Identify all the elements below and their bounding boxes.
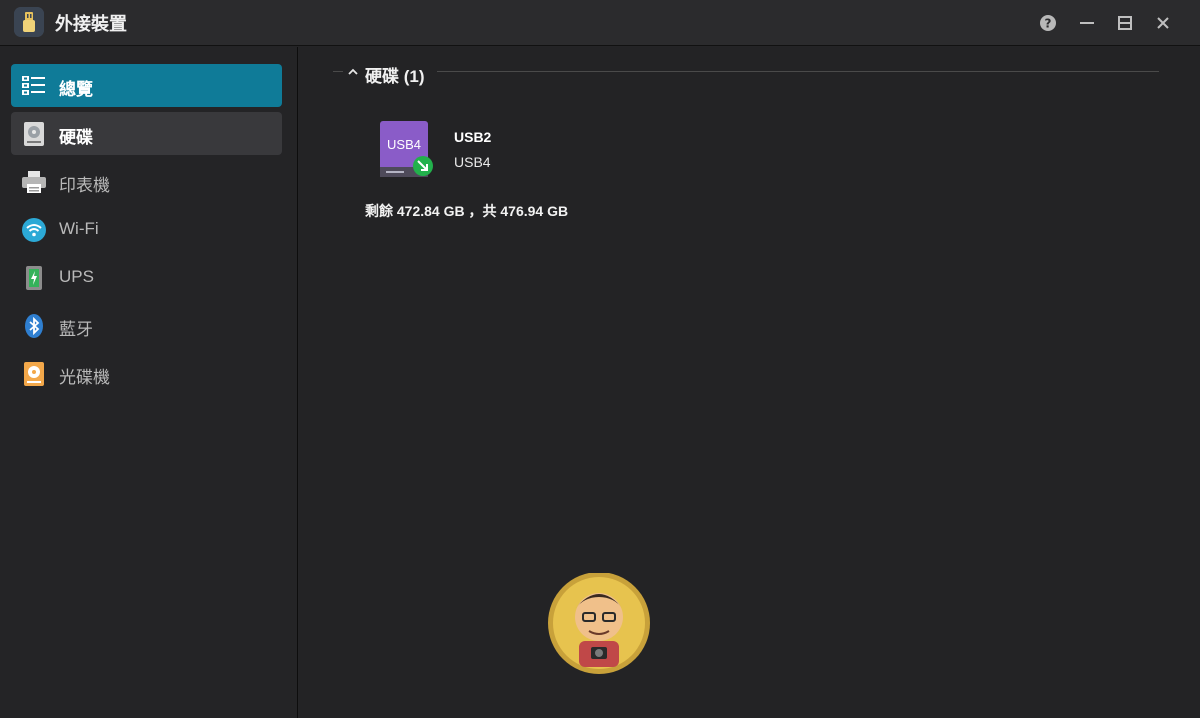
ups-battery-icon (21, 265, 47, 291)
bluetooth-icon (21, 313, 47, 339)
sidebar-item-overview[interactable]: 總覽 (11, 64, 282, 107)
main-content: 硬碟 (1) USB4 USB2 USB4 剩餘 472.84 GB ，共 47… (299, 47, 1200, 718)
sidebar-item-label: 光碟機 (59, 368, 110, 387)
sidebar-item-wifi[interactable]: Wi-Fi (11, 208, 282, 251)
section-divider (437, 71, 1159, 72)
sidebar-item-label: 硬碟 (59, 128, 93, 147)
minimize-icon[interactable] (1076, 12, 1098, 34)
window-title: 外接裝置 (55, 14, 127, 34)
drive-badge: USB4 (387, 137, 421, 152)
drive-type: USB4 (454, 154, 491, 170)
sidebar-item-bluetooth[interactable]: 藍牙 (11, 304, 282, 347)
sidebar-item-optical-drive[interactable]: 光碟機 (11, 352, 282, 395)
hard-disk-icon (21, 121, 47, 147)
sidebar-item-ups[interactable]: UPS (11, 256, 282, 299)
sidebar-item-hard-disk[interactable]: 硬碟 (11, 112, 282, 155)
help-icon[interactable]: ? (1037, 12, 1059, 34)
printer-icon (21, 169, 47, 195)
drive-capacity: 剩餘 472.84 GB ，共 476.94 GB (365, 203, 569, 219)
usb-device-app-icon (14, 7, 44, 37)
sidebar-item-label: 印表機 (59, 176, 110, 195)
sidebar-item-label: 總覽 (59, 80, 93, 99)
usb-drive-icon[interactable]: USB4 (377, 119, 437, 183)
sidebar-item-label: UPS (59, 267, 94, 286)
sidebar-item-label: 藍牙 (59, 320, 93, 339)
sidebar: 總覽 硬碟 印表機 Wi-Fi UPS 藍牙 光碟機 (0, 47, 298, 718)
sidebar-item-label: Wi-Fi (59, 219, 99, 238)
sidebar-item-printer[interactable]: 印表機 (11, 160, 282, 203)
close-icon[interactable] (1152, 12, 1174, 34)
chevron-up-icon[interactable] (347, 65, 359, 77)
watermark-logo (544, 572, 660, 693)
drive-name: USB2 (454, 129, 492, 145)
wifi-icon (21, 217, 47, 243)
title-bar: 外接裝置 ? (0, 0, 1200, 46)
optical-drive-icon (21, 361, 47, 387)
section-title[interactable]: 硬碟 (1) (365, 62, 425, 87)
svg-text:?: ? (1045, 17, 1052, 31)
section-divider (333, 71, 343, 72)
maximize-icon[interactable] (1114, 12, 1136, 34)
overview-list-icon (21, 73, 47, 99)
